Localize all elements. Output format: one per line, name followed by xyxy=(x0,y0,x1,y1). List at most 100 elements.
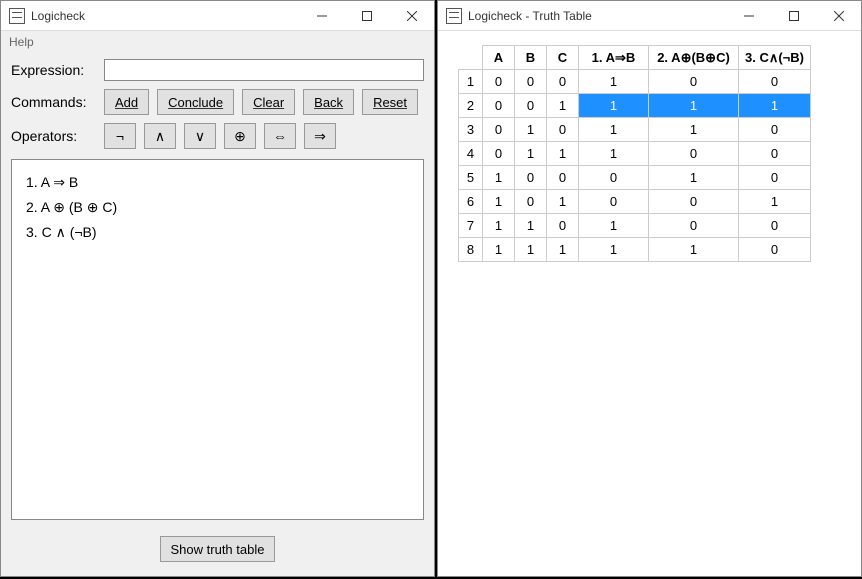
cell: 1 xyxy=(739,94,811,118)
table-row[interactable]: 5100010 xyxy=(459,166,811,190)
table-row[interactable]: 6101001 xyxy=(459,190,811,214)
cell: 1 xyxy=(547,190,579,214)
cell: 1 xyxy=(579,238,649,262)
cell: 0 xyxy=(515,70,547,94)
cell: 0 xyxy=(739,238,811,262)
operators-label: Operators: xyxy=(11,128,96,144)
col-B: B xyxy=(515,46,547,70)
cell: 1 xyxy=(483,214,515,238)
cell: 1 xyxy=(649,166,739,190)
show-truth-table-button[interactable]: Show truth table xyxy=(160,536,276,562)
titlebar: Logicheck - Truth Table xyxy=(438,1,861,31)
col-A: A xyxy=(483,46,515,70)
truth-table-window: Logicheck - Truth Table A B C 1. A⇒B 2. … xyxy=(437,0,862,577)
cell: 1 xyxy=(483,238,515,262)
back-button[interactable]: Back xyxy=(303,89,354,115)
col-expr3: 3. C∧(¬B) xyxy=(739,46,811,70)
minimize-button[interactable] xyxy=(299,1,344,31)
row-number: 4 xyxy=(459,142,483,166)
cell: 1 xyxy=(483,166,515,190)
cell: 0 xyxy=(483,142,515,166)
cell: 0 xyxy=(483,94,515,118)
window-controls xyxy=(726,1,861,31)
list-item[interactable]: 3. C ∧ (¬B) xyxy=(26,220,409,245)
row-number: 7 xyxy=(459,214,483,238)
window-controls xyxy=(299,1,434,31)
table-row[interactable]: 4011100 xyxy=(459,142,811,166)
corner-cell xyxy=(459,46,483,70)
cell: 0 xyxy=(483,118,515,142)
toolbar-area: Expression: Commands: Add Conclude Clear… xyxy=(1,53,434,155)
close-button[interactable] xyxy=(816,1,861,31)
cell: 0 xyxy=(649,190,739,214)
cell: 0 xyxy=(547,118,579,142)
iff-button[interactable]: ⇔ xyxy=(264,123,296,149)
conclude-button[interactable]: Conclude xyxy=(157,89,234,115)
clear-button[interactable]: Clear xyxy=(242,89,295,115)
col-expr2: 2. A⊕(B⊕C) xyxy=(649,46,739,70)
menubar: Help xyxy=(1,31,434,53)
cell: 1 xyxy=(515,238,547,262)
table-row[interactable]: 1000100 xyxy=(459,70,811,94)
cell: 1 xyxy=(579,118,649,142)
row-number: 1 xyxy=(459,70,483,94)
row-number: 5 xyxy=(459,166,483,190)
cell: 1 xyxy=(515,142,547,166)
cell: 0 xyxy=(547,70,579,94)
list-item[interactable]: 2. A ⊕ (B ⊕ C) xyxy=(26,195,409,220)
minimize-button[interactable] xyxy=(726,1,771,31)
cell: 0 xyxy=(547,166,579,190)
cell: 1 xyxy=(649,238,739,262)
expression-list: 1. A ⇒ B 2. A ⊕ (B ⊕ C) 3. C ∧ (¬B) xyxy=(11,159,424,520)
cell: 0 xyxy=(515,190,547,214)
cell: 0 xyxy=(579,190,649,214)
cell: 0 xyxy=(649,214,739,238)
cell: 0 xyxy=(649,70,739,94)
app-icon xyxy=(446,8,462,24)
maximize-button[interactable] xyxy=(771,1,816,31)
menu-help[interactable]: Help xyxy=(9,35,34,49)
reset-button[interactable]: Reset xyxy=(362,89,418,115)
cell: 0 xyxy=(579,166,649,190)
cell: 1 xyxy=(649,118,739,142)
and-button[interactable]: ∧ xyxy=(144,123,176,149)
maximize-button[interactable] xyxy=(344,1,389,31)
cell: 1 xyxy=(579,214,649,238)
or-button[interactable]: ∨ xyxy=(184,123,216,149)
expression-label: Expression: xyxy=(11,62,96,78)
xor-button[interactable]: ⊕ xyxy=(224,123,256,149)
cell: 0 xyxy=(739,214,811,238)
app-icon xyxy=(9,8,25,24)
not-button[interactable]: ¬ xyxy=(104,123,136,149)
cell: 1 xyxy=(483,190,515,214)
imply-button[interactable]: ⇒ xyxy=(304,123,336,149)
table-row[interactable]: 8111110 xyxy=(459,238,811,262)
close-button[interactable] xyxy=(389,1,434,31)
window-title: Logicheck xyxy=(31,9,299,23)
bottom-bar: Show truth table xyxy=(1,528,434,576)
expression-row: Expression: xyxy=(11,59,424,81)
cell: 0 xyxy=(739,118,811,142)
cell: 0 xyxy=(739,142,811,166)
cell: 0 xyxy=(515,166,547,190)
main-window: Logicheck Help Expression: Commands: Add… xyxy=(0,0,435,577)
cell: 1 xyxy=(579,142,649,166)
window-title: Logicheck - Truth Table xyxy=(468,9,726,23)
table-row[interactable]: 2001111 xyxy=(459,94,811,118)
cell: 1 xyxy=(579,70,649,94)
row-number: 8 xyxy=(459,238,483,262)
cell: 0 xyxy=(649,142,739,166)
list-item[interactable]: 1. A ⇒ B xyxy=(26,170,409,195)
table-row[interactable]: 3010110 xyxy=(459,118,811,142)
table-header-row: A B C 1. A⇒B 2. A⊕(B⊕C) 3. C∧(¬B) xyxy=(459,46,811,70)
col-expr1: 1. A⇒B xyxy=(579,46,649,70)
add-button[interactable]: Add xyxy=(104,89,149,115)
cell: 0 xyxy=(739,166,811,190)
cell: 1 xyxy=(579,94,649,118)
cell: 0 xyxy=(515,94,547,118)
table-row[interactable]: 7110100 xyxy=(459,214,811,238)
cell: 1 xyxy=(547,238,579,262)
row-number: 2 xyxy=(459,94,483,118)
row-number: 6 xyxy=(459,190,483,214)
expression-input[interactable] xyxy=(104,59,424,81)
